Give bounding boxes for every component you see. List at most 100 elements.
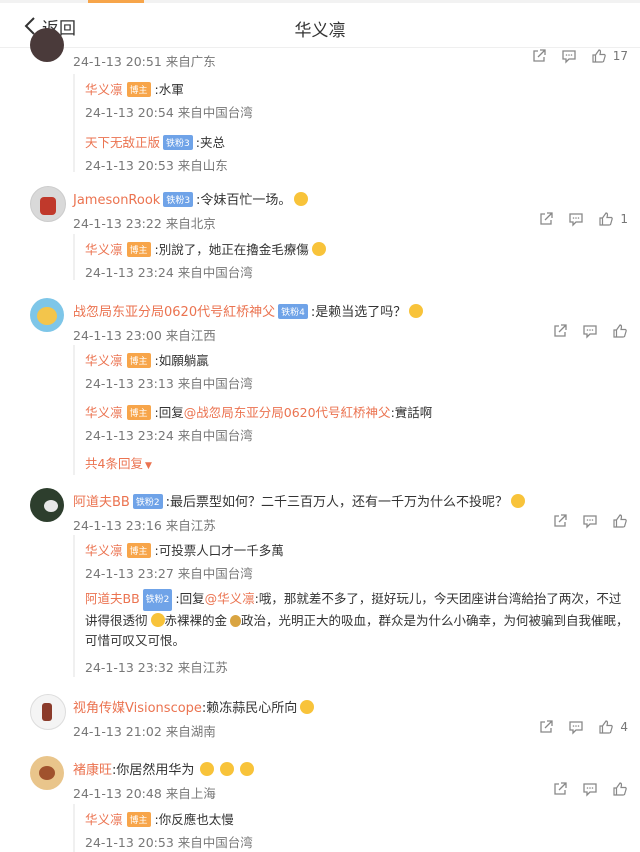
comment-icon xyxy=(569,213,584,227)
emoji-icon xyxy=(240,762,255,776)
comment-author[interactable]: 褚康旺 xyxy=(73,763,112,778)
reply-text: :回复 xyxy=(154,405,184,420)
thumbs-up-icon xyxy=(599,212,614,226)
reply-text: 赤裸裸的金 xyxy=(164,613,228,628)
reply-text: :可投票人口才一千多萬 xyxy=(154,543,284,558)
reply-button[interactable] xyxy=(582,323,598,339)
emoji-icon xyxy=(409,304,424,318)
reply-author[interactable]: 华义凛 xyxy=(85,82,123,97)
share-button[interactable] xyxy=(552,323,568,339)
comment-meta: 24-1-13 23:00 来自江西 xyxy=(73,328,216,343)
fan-level-badge: 铁粉2 xyxy=(132,494,163,509)
emoji-icon xyxy=(220,762,235,776)
reply-meta: 24-1-13 23:27 来自中国台湾 xyxy=(85,566,253,581)
host-badge: 博主 xyxy=(126,242,151,257)
fan-level-badge: 铁粉3 xyxy=(163,135,193,150)
comment-body: :赖冻蒜民心所向 xyxy=(201,701,298,716)
avatar[interactable] xyxy=(30,186,66,222)
comment-icon xyxy=(583,515,597,529)
like-button[interactable]: 17 xyxy=(591,48,628,64)
comment-author[interactable]: 阿道夫BB xyxy=(73,495,130,510)
page-title: 华义凛 xyxy=(294,21,346,41)
like-button[interactable]: 1 xyxy=(598,211,628,227)
reply-item: 华义凛 博主:可投票人口才一千多萬 xyxy=(85,540,284,559)
comment-text: 视角传媒Visionscope:赖冻蒜民心所向 xyxy=(73,697,315,716)
reply-item: 华义凛 博主:如願躺贏 xyxy=(85,350,209,369)
share-button[interactable] xyxy=(531,48,547,64)
like-button[interactable] xyxy=(612,513,628,529)
comment-actions xyxy=(538,781,628,797)
emoji-icon xyxy=(300,700,315,714)
reply-item: 阿道夫BB 铁粉2:回复@华义凛:哦，那就差不多了，挺好玩儿，今天团座讲台湾給抬了… xyxy=(85,589,630,651)
thumbs-up-icon xyxy=(613,514,627,528)
reply-text: :如願躺贏 xyxy=(154,353,209,368)
comment-meta: 24-1-13 23:16 来自江苏 xyxy=(73,518,216,533)
mention-link[interactable]: @华义凛 xyxy=(205,591,255,606)
reply-meta: 24-1-13 20:53 来自中国台湾 xyxy=(85,835,253,850)
reply-author[interactable]: 华义凛 xyxy=(85,812,123,827)
reply-text: :夹总 xyxy=(195,135,225,150)
reply-author[interactable]: 阿道夫BB xyxy=(85,591,140,606)
reply-item: 华义凛 博主:你反應也太慢 xyxy=(85,809,234,828)
reply-list: 华义凛 博主:如願躺贏 24-1-13 23:13 来自中国台湾 华义凛 博主:回复… xyxy=(73,345,631,475)
reply-meta: 24-1-13 20:54 来自中国台湾 xyxy=(85,105,253,120)
reply-author[interactable]: 华义凛 xyxy=(85,543,123,558)
reply-button[interactable] xyxy=(582,513,598,529)
like-button[interactable]: 4 xyxy=(598,719,628,735)
comment-text: 褚康旺:你居然用华为 xyxy=(73,759,255,778)
reply-button[interactable] xyxy=(582,781,598,797)
host-badge: 博主 xyxy=(126,82,151,97)
share-button[interactable] xyxy=(552,513,568,529)
reply-item: 华义凛 博主:水軍 xyxy=(85,79,184,98)
reply-button[interactable] xyxy=(568,211,584,227)
fan-level-badge: 铁粉4 xyxy=(278,304,308,319)
comment-meta: 24-1-13 21:02 来自湖南 xyxy=(73,724,216,739)
comment-meta: 24-1-13 20:48 来自上海 xyxy=(73,786,216,801)
mention-link[interactable]: @战忽局东亚分局0620代号紅桥神父 xyxy=(184,405,391,420)
comment-author[interactable]: JamesonRook xyxy=(73,193,160,208)
share-button[interactable] xyxy=(552,781,568,797)
share-icon xyxy=(554,324,567,337)
reply-author[interactable]: 华义凛 xyxy=(85,242,123,257)
reply-meta: 24-1-13 23:13 来自中国台湾 xyxy=(85,376,253,391)
like-button[interactable] xyxy=(612,323,628,339)
comment-meta: 24-1-13 23:22 来自北京 xyxy=(73,216,216,231)
reply-text: :別說了，她正在擼金毛療傷 xyxy=(154,242,309,257)
share-icon xyxy=(533,49,546,62)
share-icon xyxy=(540,720,554,733)
reply-meta: 24-1-13 23:24 来自中国台湾 xyxy=(85,428,253,443)
reply-item: 华义凛 博主:別說了，她正在擼金毛療傷 xyxy=(85,239,326,258)
emoji-icon xyxy=(311,242,326,256)
reply-list: 华义凛 博主:可投票人口才一千多萬 24-1-13 23:27 来自中国台湾 阿道… xyxy=(73,535,631,677)
share-button[interactable] xyxy=(538,211,554,227)
comment-author[interactable]: 视角传媒Visionscope xyxy=(73,701,202,716)
more-replies-label: 共4条回复 xyxy=(85,456,143,471)
comment-author[interactable]: 战忽局东亚分局0620代号紅桥神父 xyxy=(73,305,275,320)
like-button[interactable] xyxy=(612,781,628,797)
thumbs-up-icon xyxy=(599,720,614,734)
comment-body: :最后票型如何？二千三百万人，还有一千万为什么不投呢？ xyxy=(165,495,508,510)
comment-actions: 4 xyxy=(524,719,628,735)
avatar[interactable] xyxy=(30,298,64,332)
avatar[interactable] xyxy=(30,756,64,790)
share-button[interactable] xyxy=(538,719,554,735)
comment-text: 战忽局东亚分局0620代号紅桥神父 铁粉4:是赖当选了吗？ xyxy=(73,301,424,320)
more-replies-link[interactable]: 共4条回复 ▼ xyxy=(85,453,152,472)
comment-icon xyxy=(562,50,576,64)
share-icon xyxy=(554,782,567,795)
thumbs-up-icon xyxy=(613,782,627,796)
avatar[interactable] xyxy=(30,28,64,62)
reply-author[interactable]: 华义凛 xyxy=(85,405,123,420)
like-count: 4 xyxy=(620,720,628,734)
host-badge: 博主 xyxy=(126,812,151,827)
comment-body: :你居然用华为 xyxy=(112,763,195,778)
host-badge: 博主 xyxy=(126,543,151,558)
reply-author[interactable]: 华义凛 xyxy=(85,353,123,368)
reply-button[interactable] xyxy=(568,719,584,735)
comment-actions: 1 xyxy=(524,211,628,227)
avatar[interactable] xyxy=(30,488,64,522)
reply-button[interactable] xyxy=(561,48,577,64)
fan-level-badge: 铁粉2 xyxy=(142,589,173,611)
avatar[interactable] xyxy=(30,694,66,730)
reply-author[interactable]: 天下无敌正版 xyxy=(85,135,160,150)
